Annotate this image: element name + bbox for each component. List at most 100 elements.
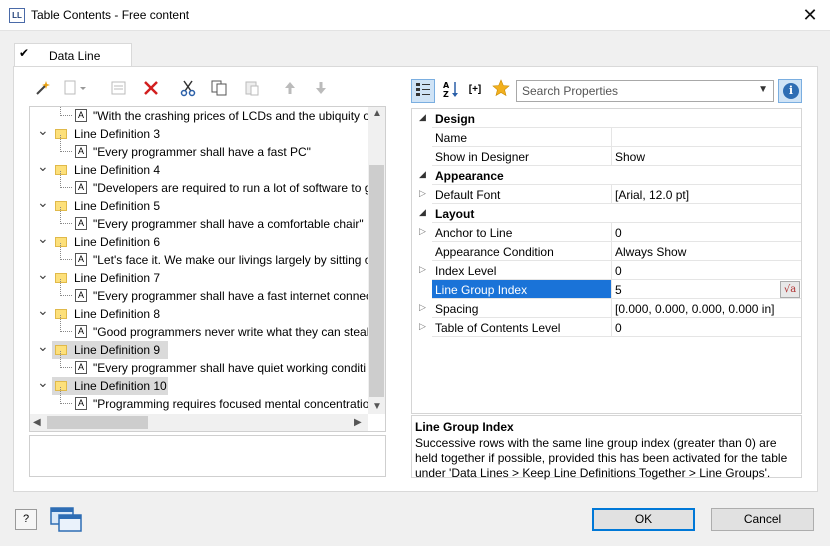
copy-icon[interactable] bbox=[208, 79, 230, 101]
property-row[interactable]: Line Group Index 5 √a bbox=[412, 280, 801, 299]
windows-layout-icon[interactable] bbox=[50, 507, 82, 533]
tree-item-line-definition[interactable]: ⌄ Line Definition 3 bbox=[30, 122, 370, 143]
categorized-view-icon[interactable] bbox=[411, 79, 435, 103]
cut-icon[interactable] bbox=[177, 79, 199, 101]
description-text: Successive rows with the same line group… bbox=[415, 436, 788, 480]
scroll-right-arrow-icon[interactable]: ▶ bbox=[354, 417, 362, 428]
property-value[interactable]: [Arial, 12.0 pt] bbox=[612, 185, 801, 204]
property-name: Line Group Index bbox=[432, 280, 612, 299]
tree-item-text[interactable]: A "Let's face it. We make our livings lar… bbox=[30, 243, 371, 269]
paste-icon[interactable] bbox=[241, 79, 263, 101]
scroll-left-arrow-icon[interactable]: ◀ bbox=[33, 417, 41, 428]
text-field-icon: A bbox=[75, 181, 87, 194]
property-value[interactable]: 0 bbox=[612, 261, 801, 280]
ok-button[interactable]: OK bbox=[592, 508, 695, 531]
tree-item-line-definition[interactable]: ⌄ Line Definition 4 bbox=[30, 158, 370, 179]
property-value[interactable]: 0 bbox=[612, 318, 801, 337]
delete-icon[interactable] bbox=[140, 79, 162, 101]
property-category[interactable]: ◢ Layout bbox=[412, 204, 801, 223]
chevron-down-icon[interactable]: ⌄ bbox=[37, 122, 49, 139]
vertical-scroll-thumb[interactable] bbox=[369, 165, 384, 397]
property-value[interactable]: [0.000, 0.000, 0.000, 0.000 in] bbox=[612, 299, 801, 318]
new-item-icon[interactable] bbox=[62, 79, 86, 101]
tree-item-line-definition[interactable]: ⌄ Line Definition 7 bbox=[30, 266, 370, 287]
tree-item-text[interactable]: A "With the crashing prices of LCDs and t… bbox=[30, 107, 370, 125]
expand-arrow-icon[interactable]: ▷ bbox=[419, 321, 426, 332]
chevron-down-icon[interactable]: ⌄ bbox=[37, 230, 49, 247]
chevron-down-icon[interactable]: ⌄ bbox=[37, 158, 49, 175]
magic-wand-icon[interactable] bbox=[32, 79, 54, 101]
favorites-star-icon[interactable] bbox=[489, 79, 513, 103]
tree-item-label: "Good programmers never write what they … bbox=[93, 325, 370, 339]
tree-item-line-definition[interactable]: ⌄ Line Definition 5 bbox=[30, 194, 370, 215]
property-category[interactable]: ◢ Design bbox=[412, 109, 801, 128]
scroll-up-arrow-icon[interactable]: ▲ bbox=[372, 108, 382, 119]
tree-item-line-definition[interactable]: ⌄ Line Definition 9 bbox=[30, 338, 370, 359]
property-name: Anchor to Line bbox=[432, 223, 612, 242]
chevron-down-icon[interactable]: ▼ bbox=[758, 84, 768, 95]
tree-item-label: Line Definition 4 bbox=[74, 163, 161, 177]
property-grid[interactable]: ◢ Design Name Show in Designer Show ◢ Appearan… bbox=[411, 108, 802, 414]
property-value-text: 0 bbox=[615, 264, 622, 278]
expand-arrow-icon[interactable]: ▷ bbox=[419, 302, 426, 313]
expand-arrow-icon[interactable]: ▷ bbox=[419, 188, 426, 199]
tree-item-text[interactable]: A "Good programmers never write what they… bbox=[30, 315, 370, 341]
close-icon[interactable]: ✕ bbox=[799, 4, 821, 26]
move-down-icon[interactable] bbox=[310, 79, 332, 101]
collapse-arrow-icon[interactable]: ◢ bbox=[419, 169, 426, 180]
property-row[interactable]: ▷ Index Level 0 bbox=[412, 261, 801, 280]
tree-item-text[interactable]: A "Programming requires focused mental co… bbox=[30, 387, 370, 413]
chevron-down-icon[interactable]: ⌄ bbox=[37, 194, 49, 211]
search-properties-input[interactable]: Search Properties ▼ bbox=[516, 80, 774, 102]
chevron-down-icon[interactable]: ⌄ bbox=[37, 338, 49, 355]
move-up-icon[interactable] bbox=[279, 79, 301, 101]
property-value[interactable] bbox=[612, 128, 801, 147]
property-row[interactable]: ▷ Default Font [Arial, 12.0 pt] bbox=[412, 185, 801, 204]
property-row[interactable]: ▷ Table of Contents Level 0 bbox=[412, 318, 801, 337]
tree-item-line-definition[interactable]: ⌄ Line Definition 10 bbox=[30, 374, 370, 395]
tree-connector bbox=[60, 351, 72, 368]
properties-icon[interactable] bbox=[108, 79, 130, 101]
property-row[interactable]: ▷ Anchor to Line 0 bbox=[412, 223, 801, 242]
tree-toolbar bbox=[32, 79, 342, 103]
tree-item-text[interactable]: A "Every programmer shall have a fast int… bbox=[30, 279, 372, 305]
text-field-icon: A bbox=[75, 217, 87, 230]
expand-arrow-icon[interactable]: ▷ bbox=[419, 264, 426, 275]
cancel-button[interactable]: Cancel bbox=[711, 508, 814, 531]
property-row[interactable]: ▷ Spacing [0.000, 0.000, 0.000, 0.000 in] bbox=[412, 299, 801, 318]
collapse-arrow-icon[interactable]: ◢ bbox=[419, 112, 426, 123]
tab-data-line[interactable]: ✔ Data Line bbox=[14, 43, 132, 67]
property-value-text: [0.000, 0.000, 0.000, 0.000 in] bbox=[615, 302, 775, 316]
property-category[interactable]: ◢ Appearance bbox=[412, 166, 801, 185]
property-row[interactable]: Show in Designer Show bbox=[412, 147, 801, 166]
property-row[interactable]: Appearance Condition Always Show bbox=[412, 242, 801, 261]
expand-arrow-icon[interactable]: ▷ bbox=[419, 226, 426, 237]
property-value[interactable]: Show bbox=[612, 147, 801, 166]
property-value[interactable]: Always Show bbox=[612, 242, 801, 261]
formula-editor-icon[interactable]: √a bbox=[780, 281, 800, 298]
property-value[interactable]: 0 bbox=[612, 223, 801, 242]
info-button[interactable]: i bbox=[778, 79, 802, 103]
property-row[interactable]: Name bbox=[412, 128, 801, 147]
collapse-arrow-icon[interactable]: ◢ bbox=[419, 207, 426, 218]
expand-all-icon[interactable]: [+] bbox=[463, 79, 487, 103]
property-value-text: 5 bbox=[615, 283, 622, 297]
tree-item-text[interactable]: A "Every programmer shall have a fast PC" bbox=[30, 135, 370, 161]
tree-item-line-definition[interactable]: ⌄ Line Definition 6 bbox=[30, 230, 370, 251]
horizontal-scroll-thumb[interactable] bbox=[47, 416, 148, 429]
svg-text:Z: Z bbox=[443, 90, 449, 99]
property-value[interactable]: 5 √a bbox=[612, 280, 801, 299]
property-name: Index Level bbox=[432, 261, 612, 280]
tree-item-text[interactable]: A "Developers are required to run a lot o… bbox=[30, 171, 371, 197]
chevron-down-icon[interactable]: ⌄ bbox=[37, 374, 49, 391]
scroll-down-arrow-icon[interactable]: ▼ bbox=[372, 401, 382, 412]
tree-item-line-definition[interactable]: ⌄ Line Definition 8 bbox=[30, 302, 370, 323]
help-button[interactable]: ? bbox=[15, 509, 37, 530]
line-definition-tree[interactable]: A "With the crashing prices of LCDs and t… bbox=[29, 106, 386, 432]
tree-item-text[interactable]: A "Every programmer shall have quiet work… bbox=[30, 351, 370, 377]
text-field-icon: A bbox=[75, 325, 87, 338]
tree-item-text[interactable]: A "Every programmer shall have a comforta… bbox=[30, 207, 370, 233]
chevron-down-icon[interactable]: ⌄ bbox=[37, 302, 49, 319]
sort-alphabetical-icon[interactable]: AZ bbox=[439, 79, 463, 103]
chevron-down-icon[interactable]: ⌄ bbox=[37, 266, 49, 283]
